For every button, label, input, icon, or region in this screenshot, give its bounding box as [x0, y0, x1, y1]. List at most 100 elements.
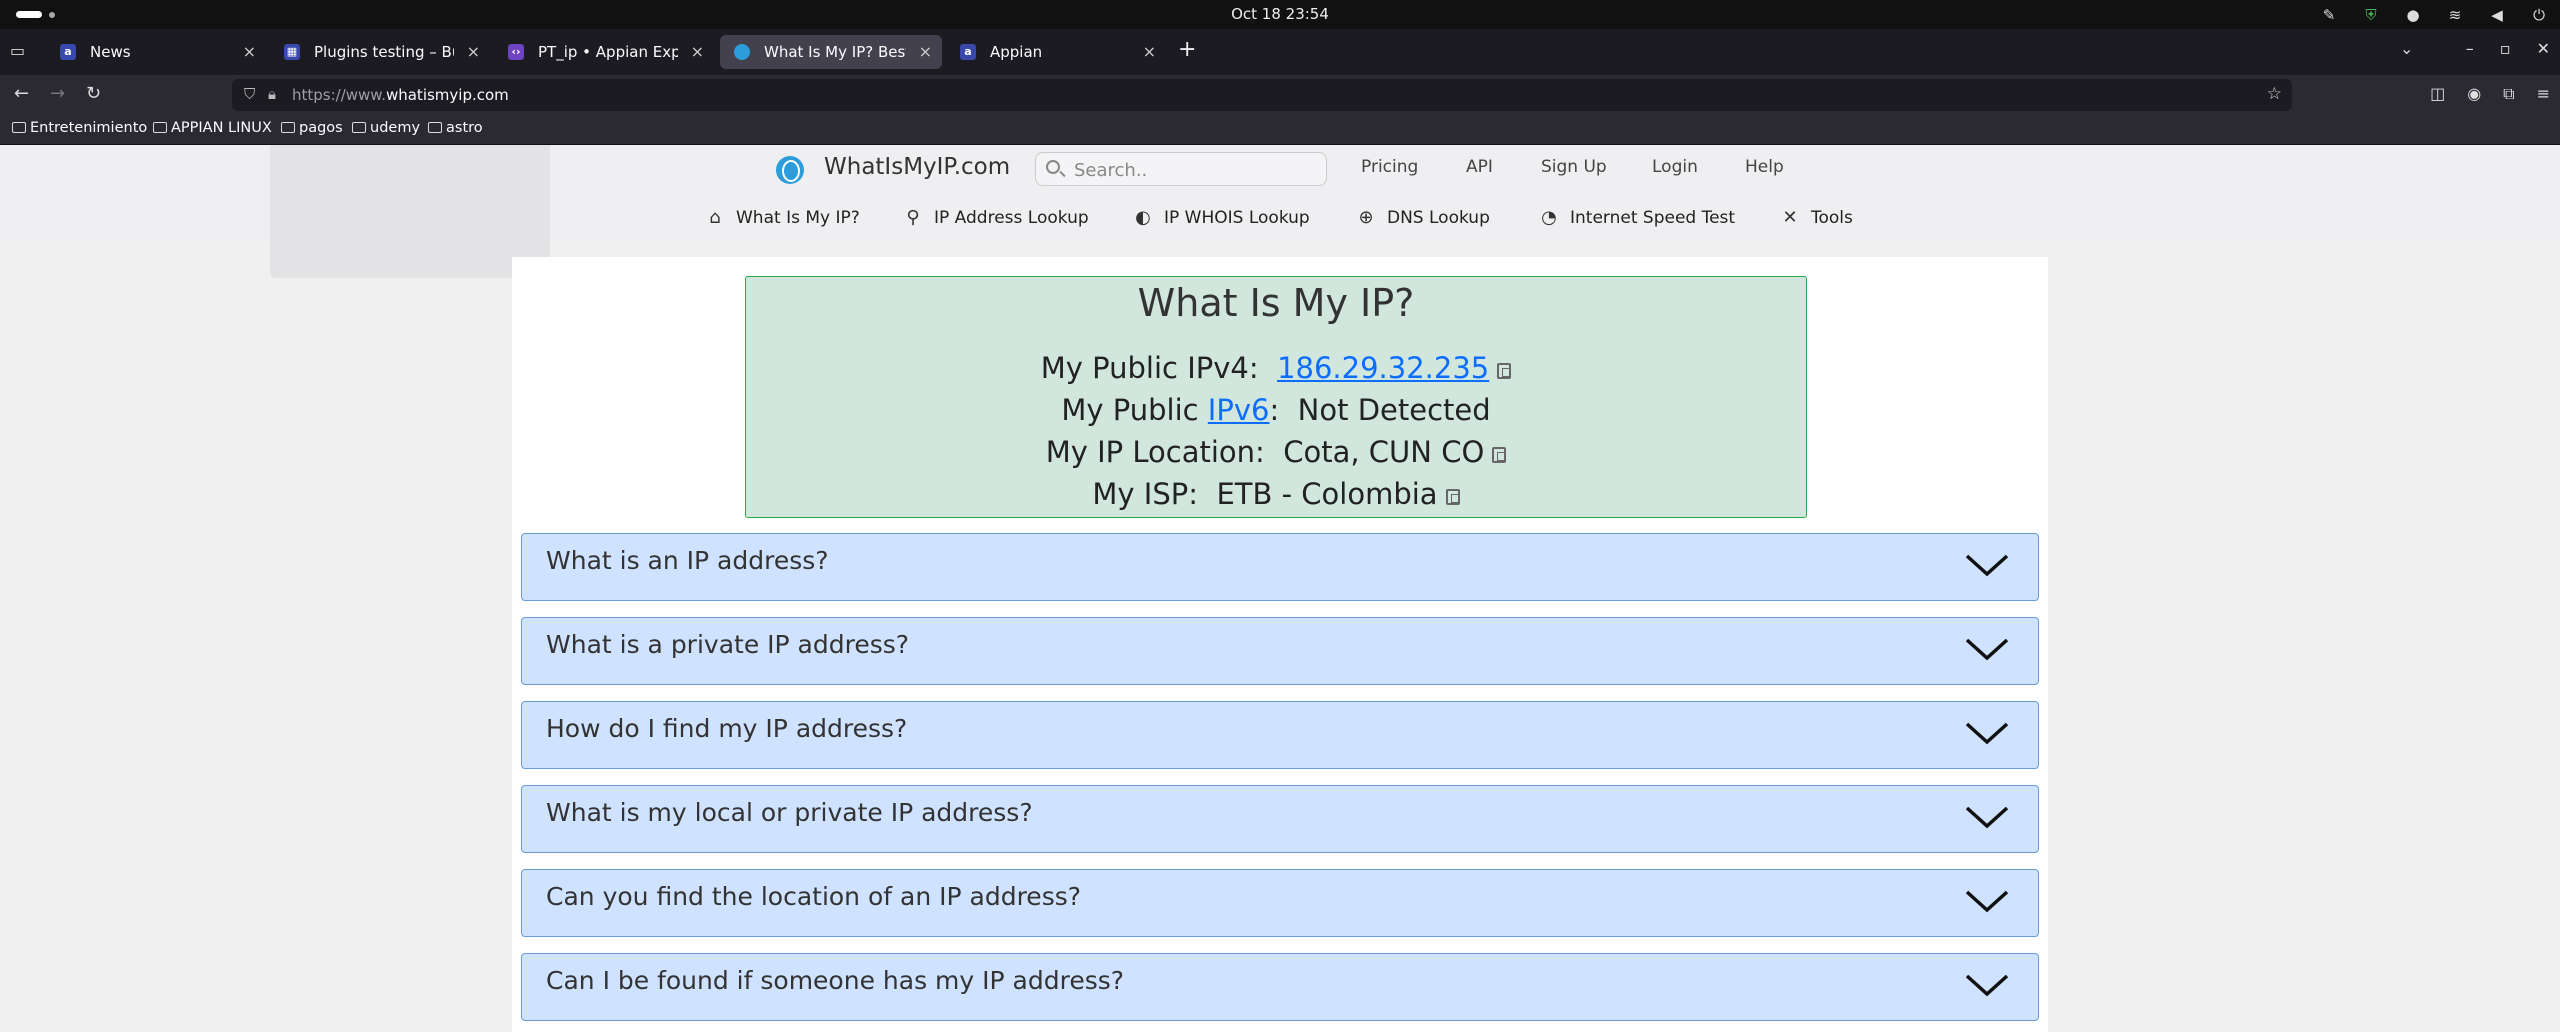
code-icon: ‹› — [508, 44, 524, 60]
faq-item[interactable]: What is a private IP address? — [521, 617, 2039, 685]
faq-item[interactable]: Can you find the location of an IP addre… — [521, 869, 2039, 937]
chevron-down-icon — [1965, 722, 2009, 745]
link-help[interactable]: Help — [1745, 157, 1784, 177]
chevron-down-icon[interactable]: ⌄ — [2400, 39, 2413, 58]
location-value: Cota, CUN CO — [1283, 435, 1485, 469]
site-logo[interactable]: WhatIsMyIP.com — [824, 154, 1010, 180]
address-bar[interactable]: ⛉ 🔒︎ https://www.whatismyip.com ☆ — [232, 79, 2292, 111]
menu-icon[interactable]: ≡ — [2537, 84, 2550, 104]
globe-icon — [734, 44, 750, 60]
account-icon[interactable]: ◉ — [2467, 84, 2481, 104]
extensions-icon[interactable]: ⧉ — [2503, 84, 2514, 104]
tab-label: Appian — [990, 43, 1043, 61]
avatar-icon[interactable]: ● — [2404, 6, 2422, 24]
search-icon — [1046, 160, 1060, 174]
ipv6-link[interactable]: IPv6 — [1208, 393, 1270, 427]
new-tab-icon[interactable]: + — [1178, 37, 1196, 62]
chevron-down-icon — [1965, 974, 2009, 997]
main-content: What Is My IP? My Public IPv4: 186.29.32… — [512, 257, 2048, 1032]
pocket-icon[interactable]: ◫ — [2430, 84, 2445, 104]
faq-question: What is my local or private IP address? — [546, 798, 1033, 827]
pen-icon[interactable]: ✎ — [2320, 6, 2338, 24]
link-sign-up[interactable]: Sign Up — [1541, 157, 1607, 177]
faq-item[interactable]: What is my local or private IP address? — [521, 785, 2039, 853]
close-icon[interactable]: × — [467, 35, 480, 69]
tab-overview-icon[interactable]: ▭ — [10, 41, 30, 61]
copy-icon[interactable] — [1497, 363, 1512, 379]
minimize-icon[interactable]: – — [2466, 39, 2474, 58]
tab-label: What Is My IP? Best Way To — [764, 43, 906, 61]
tab-pt-ip[interactable]: ‹› PT_ip • Appian Expression × — [494, 35, 714, 69]
power-icon[interactable]: ⏻ — [2530, 6, 2548, 24]
chevron-down-icon — [1965, 890, 2009, 913]
network-globe-icon: ⊕ — [1358, 207, 1374, 228]
ipv4-value-link[interactable]: 186.29.32.235 — [1277, 351, 1489, 385]
close-window-icon[interactable]: ✕ — [2537, 39, 2550, 58]
reload-icon[interactable]: ↻ — [86, 83, 101, 104]
nav-ip-whois-lookup[interactable]: ◐ IP WHOIS Lookup — [1132, 207, 1310, 228]
ipv4-row: My Public IPv4: 186.29.32.235 — [746, 351, 1806, 385]
ip-info-box: What Is My IP? My Public IPv4: 186.29.32… — [745, 276, 1807, 518]
maximize-icon[interactable]: ▫ — [2500, 39, 2511, 58]
clock[interactable]: Oct 18 23:54 — [0, 0, 2560, 29]
site-search[interactable] — [1035, 152, 1327, 186]
close-icon[interactable]: × — [919, 35, 932, 69]
folder-icon — [281, 122, 295, 133]
link-login[interactable]: Login — [1652, 157, 1698, 177]
nav-ip-address-lookup[interactable]: ⚲ IP Address Lookup — [902, 207, 1088, 228]
nav-internet-speed-test[interactable]: ◔ Internet Speed Test — [1538, 207, 1735, 228]
ip-box-title: What Is My IP? — [1137, 281, 1415, 325]
grid-icon: ▦ — [284, 44, 300, 60]
bookmark-star-icon[interactable]: ☆ — [2267, 84, 2282, 104]
appian-icon: a — [60, 44, 76, 60]
logo-globe-icon[interactable] — [776, 156, 804, 184]
lock-icon[interactable]: 🔒︎ — [268, 85, 276, 103]
faq-item[interactable]: Can I be found if someone has my IP addr… — [521, 953, 2039, 1021]
shield-icon[interactable]: ⛨ — [2362, 6, 2380, 24]
system-tray: ✎ ⛨ ● ≋ ◀ ⏻ — [2320, 0, 2548, 29]
faq-question: What is an IP address? — [546, 546, 829, 575]
faq-item[interactable]: What is an IP address? — [521, 533, 2039, 601]
close-icon[interactable]: × — [1143, 35, 1156, 69]
tab-label: News — [90, 43, 131, 61]
folder-icon — [428, 122, 442, 133]
folder-icon — [153, 122, 167, 133]
folder-icon — [352, 122, 366, 133]
link-pricing[interactable]: Pricing — [1361, 157, 1418, 177]
bookmark-folder[interactable]: APPIAN LINUX — [153, 120, 272, 136]
nav-dns-lookup[interactable]: ⊕ DNS Lookup — [1355, 207, 1489, 228]
nav-what-is-my-ip[interactable]: ⌂ What Is My IP? — [704, 207, 859, 228]
volume-icon[interactable]: ◀ — [2488, 6, 2506, 24]
bookmark-folder[interactable]: pagos — [281, 120, 343, 136]
link-api[interactable]: API — [1466, 157, 1493, 177]
copy-icon[interactable] — [1445, 489, 1460, 505]
search-input[interactable] — [1074, 158, 1314, 182]
close-icon[interactable]: × — [243, 35, 256, 69]
nav-tools[interactable]: ✕ Tools — [1779, 207, 1852, 228]
bookmark-folder[interactable]: astro — [428, 120, 483, 136]
isp-row: My ISP: ETB - Colombia — [746, 477, 1806, 511]
forward-icon[interactable]: → — [50, 83, 65, 104]
appian-icon: a — [960, 44, 976, 60]
bookmark-folder[interactable]: Entretenimiento — [12, 120, 147, 136]
speedometer-icon: ◔ — [1541, 207, 1557, 228]
tab-news[interactable]: a News × — [46, 35, 266, 69]
bookmark-folder[interactable]: udemy — [352, 120, 420, 136]
globe-icon: ◐ — [1135, 207, 1151, 228]
wifi-icon[interactable]: ≋ — [2446, 6, 2464, 24]
bookmarks-bar: Entretenimiento APPIAN LINUX pagos udemy… — [0, 115, 2560, 145]
faq-question: What is a private IP address? — [546, 630, 910, 659]
tab-whatismyip[interactable]: What Is My IP? Best Way To × — [720, 35, 942, 69]
faq-item[interactable]: How do I find my IP address? — [521, 701, 2039, 769]
url-text[interactable]: https://www.whatismyip.com — [292, 86, 509, 104]
web-page: WhatIsMyIP.com Pricing API Sign Up Login… — [0, 145, 2560, 1032]
copy-icon[interactable] — [1492, 447, 1507, 463]
chevron-down-icon — [1965, 638, 2009, 661]
tab-appian[interactable]: a Appian × — [946, 35, 1166, 69]
faq-question: Can you find the location of an IP addre… — [546, 882, 1082, 911]
chevron-down-icon — [1965, 554, 2009, 577]
tab-plugins-testing[interactable]: ▦ Plugins testing – Build – × — [270, 35, 490, 69]
close-icon[interactable]: × — [691, 35, 704, 69]
tracking-protection-icon[interactable]: ⛉ — [244, 85, 255, 103]
back-icon[interactable]: ← — [14, 83, 29, 104]
